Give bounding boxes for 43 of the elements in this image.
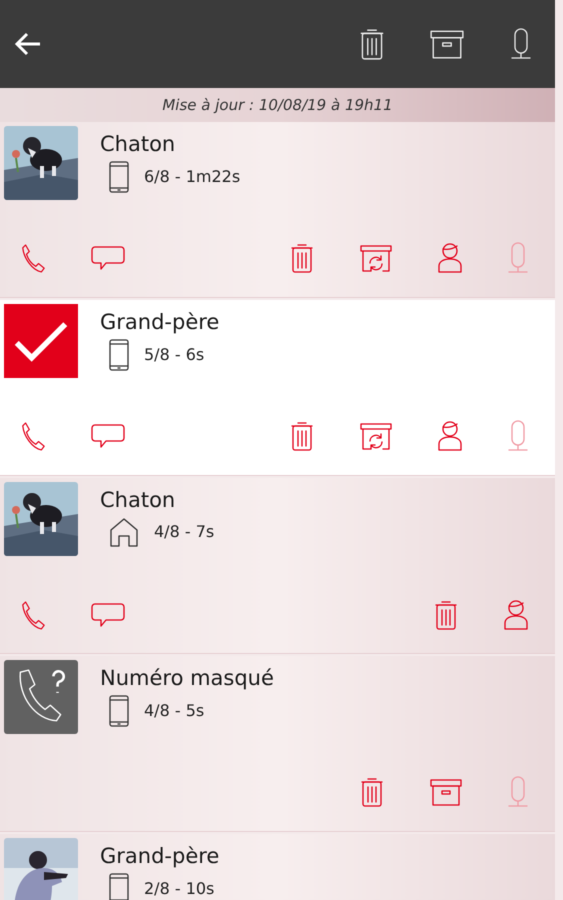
caller-name: Numéro masqué: [100, 665, 274, 692]
caller-name: Grand-père: [100, 843, 220, 870]
call-info: 4/8 - 5s: [144, 700, 204, 722]
speech-bubble-icon[interactable]: [90, 244, 126, 272]
smartphone-icon: [108, 160, 130, 194]
update-timestamp: Mise à jour : 10/08/19 à 19h11: [162, 94, 393, 116]
message-card[interactable]: Grand-père 2/8 - 10s: [0, 834, 555, 900]
message-card[interactable]: Grand-père 5/8 - 6s: [0, 300, 555, 476]
call-info: 6/8 - 1m22s: [144, 166, 240, 188]
person-icon[interactable]: [503, 599, 529, 631]
archive-refresh-icon[interactable]: [359, 421, 393, 451]
call-info: 4/8 - 7s: [154, 521, 214, 543]
archive-refresh-icon[interactable]: [359, 243, 393, 273]
phone-icon[interactable]: [20, 242, 46, 274]
selected-checkbox[interactable]: [4, 304, 78, 378]
back-arrow-icon[interactable]: [14, 32, 42, 56]
smartphone-icon: [108, 872, 130, 900]
archive-box-icon[interactable]: [429, 777, 463, 807]
caller-name: Grand-père: [100, 309, 220, 336]
checkmark-icon: [13, 320, 69, 362]
message-card[interactable]: Numéro masqué 4/8 - 5s: [0, 656, 555, 832]
message-card[interactable]: Chaton 4/8 - 7s: [0, 478, 555, 654]
speech-bubble-icon[interactable]: [90, 422, 126, 450]
caller-name: Chaton: [100, 131, 176, 158]
message-card[interactable]: Chaton 6/8 - 1m22s: [0, 122, 555, 298]
trash-icon[interactable]: [359, 27, 385, 61]
speech-bubble-icon[interactable]: [90, 601, 126, 629]
person-icon[interactable]: [437, 242, 463, 274]
smartphone-icon: [108, 694, 130, 728]
trash-icon[interactable]: [359, 776, 385, 808]
microphone-icon[interactable]: [509, 27, 533, 61]
trash-icon[interactable]: [289, 242, 315, 274]
trash-icon[interactable]: [289, 420, 315, 452]
phone-icon[interactable]: [20, 599, 46, 631]
archive-box-icon[interactable]: [429, 28, 465, 60]
house-icon: [108, 516, 140, 548]
trash-icon[interactable]: [433, 599, 459, 631]
call-info: 2/8 - 10s: [144, 878, 214, 900]
smartphone-icon: [108, 338, 130, 372]
caller-name: Chaton: [100, 487, 176, 514]
call-info: 5/8 - 6s: [144, 344, 204, 366]
phone-icon[interactable]: [20, 420, 46, 452]
person-icon[interactable]: [437, 420, 463, 452]
